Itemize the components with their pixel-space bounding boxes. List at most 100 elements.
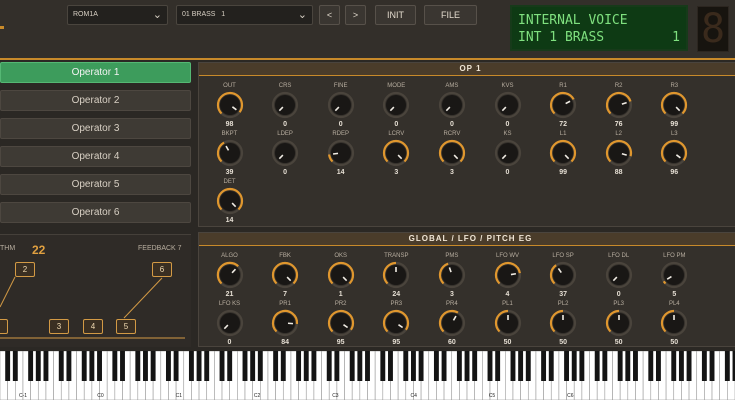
knob-label: MODE xyxy=(387,83,406,89)
operator-4-button[interactable]: Operator 4 xyxy=(0,146,191,167)
piano-keyboard[interactable] xyxy=(0,351,735,400)
op-knob-fine[interactable]: FINE 0 xyxy=(313,82,368,129)
global-knob-pl3[interactable]: PL3 50 xyxy=(591,300,646,347)
knob-label: RDEP xyxy=(332,131,350,137)
global-knob-pl2[interactable]: PL2 50 xyxy=(536,300,591,347)
op-knob-lcrv[interactable]: LCRV 3 xyxy=(369,130,424,177)
knob-label: L1 xyxy=(559,131,567,137)
knob-value: 98 xyxy=(225,121,234,128)
knob-label: LFO PM xyxy=(663,253,686,259)
init-button[interactable]: INIT xyxy=(375,5,416,25)
operator-1-button[interactable]: Operator 1 xyxy=(0,62,191,83)
chevron-down-icon: ⌄ xyxy=(152,9,162,21)
global-knob-pr1[interactable]: PR1 84 xyxy=(258,300,313,347)
prev-voice-button[interactable]: < xyxy=(319,5,340,25)
knob-value: 5 xyxy=(672,291,677,298)
op-knob-rdep[interactable]: RDEP 14 xyxy=(313,130,368,177)
knob-value: 84 xyxy=(281,339,289,346)
logo-fragment xyxy=(0,26,4,29)
key-octave-label: C5 xyxy=(488,393,496,399)
algo-op-box: 6 xyxy=(152,262,172,277)
op-knob-l3[interactable]: L3 96 xyxy=(647,130,702,177)
operator-6-button[interactable]: Operator 6 xyxy=(0,202,191,223)
global-knob-transp[interactable]: TRANSP 24 xyxy=(369,252,424,299)
knob-label: CRS xyxy=(278,83,292,89)
op-knob-kvs[interactable]: KVS 0 xyxy=(480,82,535,129)
op-knob-ks[interactable]: KS 0 xyxy=(480,130,535,177)
knob-label: R3 xyxy=(670,83,679,89)
key-octave-label: C2 xyxy=(253,393,261,399)
global-knob-pl1[interactable]: PL1 50 xyxy=(480,300,535,347)
global-knob-pl4[interactable]: PL4 50 xyxy=(647,300,702,347)
knob-value: 96 xyxy=(670,169,679,176)
global-knob-pr2[interactable]: PR2 95 xyxy=(313,300,368,347)
op-knob-det[interactable]: DET 14 xyxy=(202,178,257,225)
op-knob-rcrv[interactable]: RCRV 3 xyxy=(424,130,479,177)
knob-label: DET xyxy=(223,179,236,185)
op-knob-r3[interactable]: R3 99 xyxy=(647,82,702,129)
op-knob-ams[interactable]: AMS 0 xyxy=(424,82,479,129)
global-knob-lfo-wv[interactable]: LFO WV 4 xyxy=(480,252,535,299)
op-knob-r2[interactable]: R2 76 xyxy=(591,82,646,129)
op-knob-l2[interactable]: L2 88 xyxy=(591,130,646,177)
knob-value: 4 xyxy=(505,291,510,298)
knob-value: 60 xyxy=(447,339,456,346)
op-knob-r1[interactable]: R1 72 xyxy=(536,82,591,129)
file-button[interactable]: FILE xyxy=(424,5,477,25)
op-knob-out[interactable]: OUT 98 xyxy=(202,82,257,129)
knob-label: R2 xyxy=(614,83,623,89)
next-voice-button[interactable]: > xyxy=(345,5,366,25)
knob-label: PR3 xyxy=(390,301,403,307)
knob-value: 50 xyxy=(559,339,567,346)
knob-value: 0 xyxy=(338,121,343,128)
knob-value: 7 xyxy=(283,291,288,298)
global-knob-algo[interactable]: ALGO 21 xyxy=(202,252,257,299)
global-knob-fbk[interactable]: FBK 7 xyxy=(258,252,313,299)
knob-value: 14 xyxy=(225,217,234,224)
knob-label: KVS xyxy=(501,83,514,89)
knob-value: 24 xyxy=(392,291,401,298)
knob-value: 0 xyxy=(449,121,454,128)
knob-value: 50 xyxy=(614,339,623,346)
global-knob-pr3[interactable]: PR3 95 xyxy=(369,300,424,347)
global-knob-oks[interactable]: OKS 1 xyxy=(313,252,368,299)
knob-value: 0 xyxy=(283,169,288,176)
key-octave-label: C3 xyxy=(332,393,339,399)
operator-list: Operator 1 Operator 2 Operator 3 Operator 4… xyxy=(0,62,191,230)
knob-value: 76 xyxy=(614,121,623,128)
knob-value: 0 xyxy=(505,169,510,176)
global-knob-pr4[interactable]: PR4 60 xyxy=(424,300,479,347)
knob-value: 0 xyxy=(616,291,621,298)
lcd-line2-voice: INT 1 BRASS xyxy=(518,30,605,45)
global-knob-pms[interactable]: PMS 3 xyxy=(424,252,479,299)
knob-label: TRANSP xyxy=(384,253,409,259)
knob-label: RCRV xyxy=(443,131,461,137)
op-knob-crs[interactable]: CRS 0 xyxy=(258,82,313,129)
knob-label: FINE xyxy=(333,83,348,89)
lcd-line2-number: 1 xyxy=(672,30,680,45)
operator-5-button[interactable]: Operator 5 xyxy=(0,174,191,195)
bank-select[interactable]: ROM1A ⌄ xyxy=(67,5,168,25)
op-knob-ldep[interactable]: LDEP 0 xyxy=(258,130,313,177)
knob-label: LDEP xyxy=(277,131,293,137)
operator-2-button[interactable]: Operator 2 xyxy=(0,90,191,111)
global-knob-lfo-dl[interactable]: LFO DL 0 xyxy=(591,252,646,299)
op-knob-mode[interactable]: MODE 0 xyxy=(369,82,424,129)
global-knob-lfo-pm[interactable]: LFO PM 5 xyxy=(647,252,702,299)
op-knob-bkpt[interactable]: BKPT 39 xyxy=(202,130,257,177)
knob-label: PL1 xyxy=(502,301,513,307)
knob-value: 0 xyxy=(505,121,510,128)
operator-3-button[interactable]: Operator 3 xyxy=(0,118,191,139)
knob-value: 99 xyxy=(670,121,679,128)
knob-value: 39 xyxy=(225,169,234,176)
global-knob-lfo-sp[interactable]: LFO SP 37 xyxy=(536,252,591,299)
knob-value: 50 xyxy=(503,339,512,346)
knob-label: PL2 xyxy=(557,301,569,307)
knob-label: PL3 xyxy=(613,301,625,307)
op-knob-l1[interactable]: L1 99 xyxy=(536,130,591,177)
knob-label: LFO DL xyxy=(608,253,630,259)
algo-op-box: 3 xyxy=(49,319,69,334)
voice-select[interactable]: 01 BRASS 1 ⌄ xyxy=(176,5,313,25)
knob-value: 3 xyxy=(449,169,454,176)
global-knob-lfo-ks[interactable]: LFO KS 0 xyxy=(202,300,257,347)
